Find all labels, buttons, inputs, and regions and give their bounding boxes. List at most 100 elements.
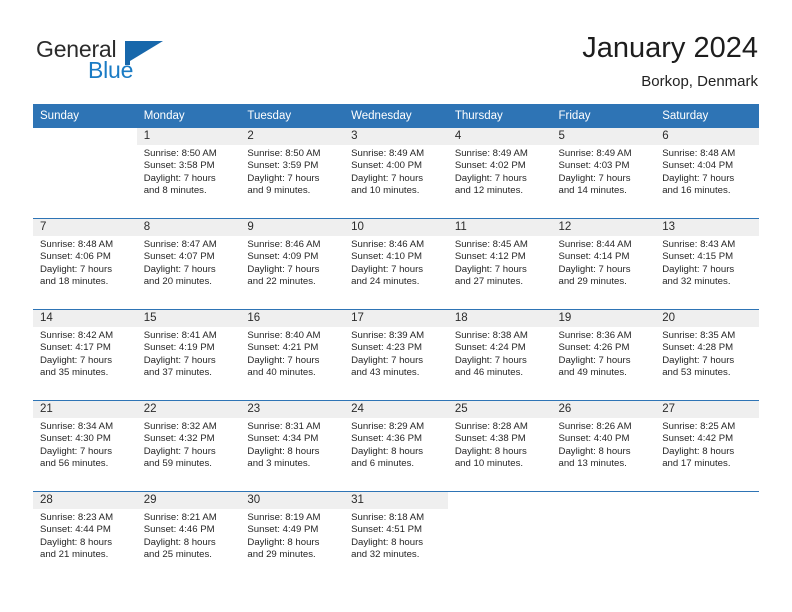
sunset-text: Sunset: 4:15 PM — [662, 251, 734, 263]
day-cell-inner: 29 Sunrise: 8:21 AM Sunset: 4:46 PM Dayligh… — [136, 492, 241, 582]
daylight-text-line2: and 59 minutes. — [143, 458, 212, 470]
daylight-text-line2: and 29 minutes. — [247, 549, 316, 561]
day-details: Sunrise: 8:45 AM Sunset: 4:12 PM Daylight:… — [448, 236, 552, 289]
sunset-text: Sunset: 4:40 PM — [558, 433, 630, 445]
day-number: 21 — [33, 401, 137, 418]
day-number: 5 — [551, 128, 656, 145]
calendar-day-cell[interactable]: 24 Sunrise: 8:29 AM Sunset: 4:36 PM Dayligh… — [344, 400, 448, 492]
page-header: General Blue January 2024 Borkop, Denmar… — [0, 0, 792, 100]
day-details: Sunrise: 8:18 AM Sunset: 4:51 PM Daylight:… — [344, 509, 448, 562]
daylight-text-line2: and 32 minutes. — [662, 276, 731, 288]
sunset-text: Sunset: 4:32 PM — [143, 433, 215, 445]
day-details: Sunrise: 8:39 AM Sunset: 4:23 PM Daylight:… — [344, 327, 448, 380]
day-number: 12 — [551, 219, 656, 236]
calendar-day-cell[interactable]: 30 Sunrise: 8:19 AM Sunset: 4:49 PM Dayligh… — [240, 491, 345, 582]
day-cell-inner: 13 Sunrise: 8:43 AM Sunset: 4:15 PM Dayligh… — [655, 219, 759, 309]
sunset-text: Sunset: 4:28 PM — [662, 342, 734, 354]
day-details — [655, 509, 759, 512]
calendar-day-cell[interactable]: 1 Sunrise: 8:50 AM Sunset: 3:58 PM Daylight… — [136, 128, 241, 219]
sunset-text: Sunset: 4:03 PM — [558, 160, 630, 172]
daylight-text-line1: Daylight: 7 hours — [143, 263, 216, 275]
calendar-day-cell[interactable]: 5 Sunrise: 8:49 AM Sunset: 4:03 PM Daylight… — [551, 128, 656, 219]
calendar-day-cell[interactable]: 9 Sunrise: 8:46 AM Sunset: 4:09 PM Daylight… — [240, 218, 345, 310]
sunrise-text: Sunrise: 8:50 AM — [247, 148, 321, 159]
day-details: Sunrise: 8:49 AM Sunset: 4:00 PM Daylight:… — [344, 145, 448, 198]
calendar-day-cell[interactable]: 31 Sunrise: 8:18 AM Sunset: 4:51 PM Dayligh… — [344, 491, 448, 582]
calendar-day-cell[interactable]: 6 Sunrise: 8:48 AM Sunset: 4:04 PM Daylight… — [655, 128, 759, 219]
day-details: Sunrise: 8:47 AM Sunset: 4:07 PM Daylight:… — [137, 236, 241, 289]
sunset-text: Sunset: 4:24 PM — [454, 342, 526, 354]
daylight-text-line1: Daylight: 7 hours — [351, 354, 424, 366]
day-details: Sunrise: 8:26 AM Sunset: 4:40 PM Daylight:… — [552, 418, 656, 471]
daylight-text-line1: Daylight: 7 hours — [558, 172, 631, 184]
day-number: 6 — [655, 128, 759, 145]
calendar-day-cell[interactable]: 10 Sunrise: 8:46 AM Sunset: 4:10 PM Dayligh… — [344, 218, 448, 310]
calendar-table: Sunday Monday Tuesday Wednesday Thursday… — [33, 104, 759, 582]
page-title: January 2024 — [582, 32, 758, 64]
daylight-text-line1: Daylight: 8 hours — [247, 536, 320, 548]
calendar-day-cell[interactable]: 27 Sunrise: 8:25 AM Sunset: 4:42 PM Dayligh… — [655, 400, 759, 492]
calendar-day-cell[interactable]: 4 Sunrise: 8:49 AM Sunset: 4:02 PM Daylight… — [447, 128, 552, 219]
daylight-text-line1: Daylight: 8 hours — [558, 445, 631, 457]
day-cell-inner — [447, 492, 552, 582]
calendar-day-cell[interactable]: 14 Sunrise: 8:42 AM Sunset: 4:17 PM Dayligh… — [33, 309, 137, 401]
day-cell-inner: 14 Sunrise: 8:42 AM Sunset: 4:17 PM Dayligh… — [33, 310, 137, 400]
day-details: Sunrise: 8:38 AM Sunset: 4:24 PM Daylight:… — [448, 327, 552, 380]
day-number: 18 — [447, 310, 552, 327]
calendar-day-cell[interactable]: 17 Sunrise: 8:39 AM Sunset: 4:23 PM Dayligh… — [344, 309, 448, 401]
calendar-day-cell[interactable]: 18 Sunrise: 8:38 AM Sunset: 4:24 PM Dayligh… — [447, 309, 552, 401]
day-number: 26 — [551, 401, 656, 418]
calendar-day-cell[interactable]: 7 Sunrise: 8:48 AM Sunset: 4:06 PM Daylight… — [33, 218, 137, 310]
calendar-day-cell[interactable]: 3 Sunrise: 8:49 AM Sunset: 4:00 PM Daylight… — [344, 128, 448, 219]
sunrise-text: Sunrise: 8:45 AM — [454, 239, 528, 250]
calendar-day-cell[interactable]: 19 Sunrise: 8:36 AM Sunset: 4:26 PM Dayligh… — [551, 309, 656, 401]
calendar-day-cell[interactable]: 16 Sunrise: 8:40 AM Sunset: 4:21 PM Dayligh… — [240, 309, 345, 401]
calendar-week-row: 7 Sunrise: 8:48 AM Sunset: 4:06 PM Daylight… — [33, 218, 759, 310]
day-number: 22 — [136, 401, 241, 418]
daylight-text-line1: Daylight: 7 hours — [143, 354, 216, 366]
day-cell-inner: 6 Sunrise: 8:48 AM Sunset: 4:04 PM Daylight… — [655, 128, 759, 218]
calendar-day-cell[interactable]: 22 Sunrise: 8:32 AM Sunset: 4:32 PM Dayligh… — [136, 400, 241, 492]
day-details: Sunrise: 8:40 AM Sunset: 4:21 PM Daylight:… — [240, 327, 344, 380]
calendar-day-cell[interactable]: 23 Sunrise: 8:31 AM Sunset: 4:34 PM Dayligh… — [240, 400, 345, 492]
day-cell-inner: 26 Sunrise: 8:26 AM Sunset: 4:40 PM Dayligh… — [551, 401, 656, 491]
calendar-day-cell[interactable]: 12 Sunrise: 8:44 AM Sunset: 4:14 PM Dayligh… — [551, 218, 656, 310]
day-details: Sunrise: 8:49 AM Sunset: 4:03 PM Daylight:… — [552, 145, 656, 198]
sunrise-text: Sunrise: 8:44 AM — [558, 239, 632, 250]
day-cell-inner: 2 Sunrise: 8:50 AM Sunset: 3:59 PM Daylight… — [240, 128, 345, 218]
sunset-text: Sunset: 4:06 PM — [40, 251, 111, 263]
calendar-day-cell[interactable]: 15 Sunrise: 8:41 AM Sunset: 4:19 PM Dayligh… — [136, 309, 241, 401]
sunrise-text: Sunrise: 8:35 AM — [662, 330, 736, 341]
day-details: Sunrise: 8:36 AM Sunset: 4:26 PM Daylight:… — [552, 327, 656, 380]
daylight-text-line2: and 25 minutes. — [143, 549, 212, 561]
sunset-text: Sunset: 4:21 PM — [247, 342, 319, 354]
day-cell-inner: 21 Sunrise: 8:34 AM Sunset: 4:30 PM Dayligh… — [33, 401, 137, 491]
day-number: 13 — [655, 219, 759, 236]
day-number: 19 — [551, 310, 656, 327]
calendar-day-cell — [447, 491, 552, 582]
daylight-text-line1: Daylight: 7 hours — [454, 172, 527, 184]
calendar-day-cell[interactable]: 2 Sunrise: 8:50 AM Sunset: 3:59 PM Daylight… — [240, 128, 345, 219]
calendar-day-cell[interactable]: 21 Sunrise: 8:34 AM Sunset: 4:30 PM Dayligh… — [33, 400, 137, 492]
daylight-text-line1: Daylight: 8 hours — [143, 536, 216, 548]
calendar-day-cell[interactable]: 13 Sunrise: 8:43 AM Sunset: 4:15 PM Dayligh… — [655, 218, 759, 310]
daylight-text-line2: and 22 minutes. — [247, 276, 316, 288]
calendar-day-cell[interactable]: 11 Sunrise: 8:45 AM Sunset: 4:12 PM Dayligh… — [447, 218, 552, 310]
calendar-day-cell[interactable]: 29 Sunrise: 8:21 AM Sunset: 4:46 PM Dayligh… — [136, 491, 241, 582]
daylight-text-line1: Daylight: 7 hours — [558, 263, 631, 275]
calendar-day-cell[interactable]: 8 Sunrise: 8:47 AM Sunset: 4:07 PM Daylight… — [136, 218, 241, 310]
weekday-header-saturday: Saturday — [655, 104, 759, 128]
day-details: Sunrise: 8:42 AM Sunset: 4:17 PM Daylight:… — [33, 327, 137, 380]
calendar-day-cell[interactable]: 28 Sunrise: 8:23 AM Sunset: 4:44 PM Dayligh… — [33, 491, 137, 582]
calendar-day-cell — [655, 491, 759, 582]
calendar-day-cell[interactable]: 20 Sunrise: 8:35 AM Sunset: 4:28 PM Dayligh… — [655, 309, 759, 401]
calendar-day-cell[interactable]: 25 Sunrise: 8:28 AM Sunset: 4:38 PM Dayligh… — [447, 400, 552, 492]
daylight-text-line1: Daylight: 8 hours — [662, 445, 735, 457]
flag-triangle-icon — [125, 41, 163, 65]
day-cell-inner: 22 Sunrise: 8:32 AM Sunset: 4:32 PM Dayligh… — [136, 401, 241, 491]
daylight-text-line1: Daylight: 7 hours — [662, 354, 735, 366]
sunset-text: Sunset: 4:07 PM — [143, 251, 215, 263]
sunrise-text: Sunrise: 8:50 AM — [143, 148, 217, 159]
sunset-text: Sunset: 4:04 PM — [662, 160, 734, 172]
calendar-day-cell[interactable]: 26 Sunrise: 8:26 AM Sunset: 4:40 PM Dayligh… — [551, 400, 656, 492]
